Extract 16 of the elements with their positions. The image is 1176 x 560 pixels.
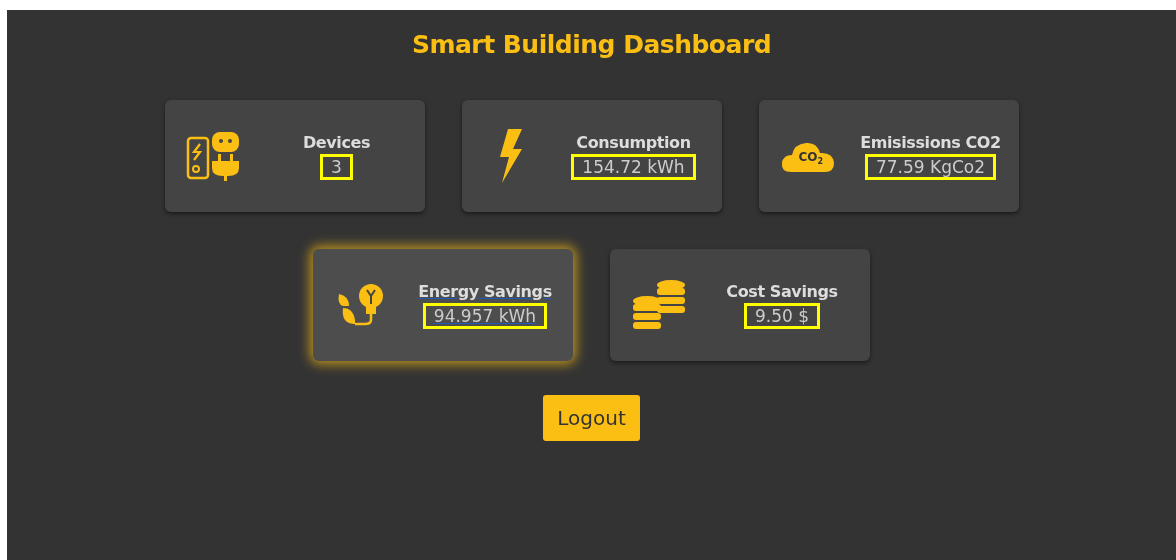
co2-label: CO$_{2}$ bbox=[798, 150, 824, 167]
metric-label: Consumption bbox=[576, 132, 691, 152]
metric-label: Cost Savings bbox=[726, 281, 838, 301]
metric-value: 3 bbox=[320, 153, 353, 180]
metric-label: Devices bbox=[302, 132, 371, 152]
metric-value: 154.72 kWh bbox=[571, 153, 696, 180]
dashboard-title: Smart Building Dashboard bbox=[411, 30, 772, 61]
devices-icon bbox=[185, 130, 242, 182]
metric-value: 94.957 kWh bbox=[422, 302, 548, 329]
metric-value: 9.50 $ bbox=[743, 302, 821, 329]
coin-stacks-icon bbox=[631, 279, 687, 331]
metric-value: 77.59 KgCo2 bbox=[864, 153, 997, 180]
logout-button[interactable]: Logout bbox=[543, 395, 640, 441]
metric-label: Emisissions CO2 bbox=[860, 132, 1001, 152]
lightning-bolt-icon bbox=[497, 129, 524, 183]
metric-label: Energy Savings bbox=[418, 281, 552, 301]
